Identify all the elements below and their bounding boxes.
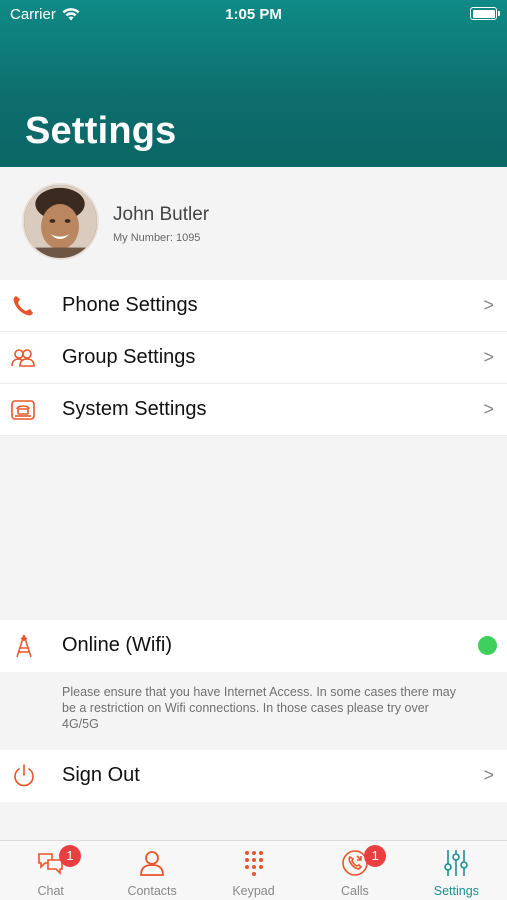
tab-label: Contacts [127, 884, 177, 898]
tab-label: Calls [341, 884, 369, 898]
header: Carrier 1:05 PM Settings [0, 0, 507, 167]
menu-item-label: System Settings [62, 398, 207, 420]
profile-name: John Butler [113, 204, 210, 225]
antenna-icon [16, 634, 32, 658]
power-icon [14, 764, 34, 787]
tab-label: Settings [433, 884, 479, 898]
calls-badge: 1 [364, 845, 387, 867]
status-bar: Carrier 1:05 PM [0, 0, 507, 30]
tab-label: Keypad [232, 884, 275, 898]
chevron-right-icon: > [483, 295, 494, 315]
tab-settings[interactable]: Settings [406, 841, 507, 900]
tab-keypad[interactable]: Keypad [203, 841, 304, 900]
tab-bar: 1 Chat Contacts Keypad 1 Calls Settings [0, 840, 507, 900]
connection-status-row: Online (Wifi) [0, 620, 507, 672]
page-title: Settings [25, 110, 177, 152]
system-icon [11, 400, 35, 420]
menu-item-phone-settings[interactable]: Phone Settings > [0, 280, 507, 332]
phone-icon [13, 296, 33, 316]
contacts-icon [140, 851, 165, 876]
chevron-right-icon: > [483, 765, 494, 785]
battery-icon [470, 7, 500, 20]
chevron-right-icon: > [483, 347, 494, 367]
clock: 1:05 PM [225, 6, 282, 23]
group-icon [11, 349, 35, 367]
connection-notice: Please ensure that you have Internet Acc… [62, 685, 456, 731]
profile-section[interactable]: John Butler My Number: 1095 [0, 167, 507, 280]
profile-number: My Number: 1095 [113, 232, 201, 244]
tab-label: Chat [37, 884, 64, 898]
keypad-icon [244, 851, 263, 876]
chevron-right-icon: > [483, 399, 494, 419]
menu-item-label: Group Settings [62, 346, 196, 368]
tab-chat[interactable]: 1 Chat [0, 841, 101, 900]
settings-menu: Phone Settings > Group Settings > System… [0, 280, 507, 436]
menu-item-label: Phone Settings [62, 294, 198, 316]
menu-item-group-settings[interactable]: Group Settings > [0, 332, 507, 384]
tab-contacts[interactable]: Contacts [101, 841, 202, 900]
menu-item-system-settings[interactable]: System Settings > [0, 384, 507, 436]
sign-out-label: Sign Out [62, 764, 140, 786]
avatar[interactable] [22, 183, 99, 260]
settings-sliders-icon [444, 850, 469, 876]
online-status-dot [478, 636, 497, 655]
sign-out-row[interactable]: Sign Out > [0, 750, 507, 802]
chat-badge: 1 [59, 845, 81, 867]
tab-calls[interactable]: 1 Calls [304, 841, 405, 900]
avatar-image [24, 185, 97, 258]
connection-label: Online (Wifi) [62, 634, 173, 656]
